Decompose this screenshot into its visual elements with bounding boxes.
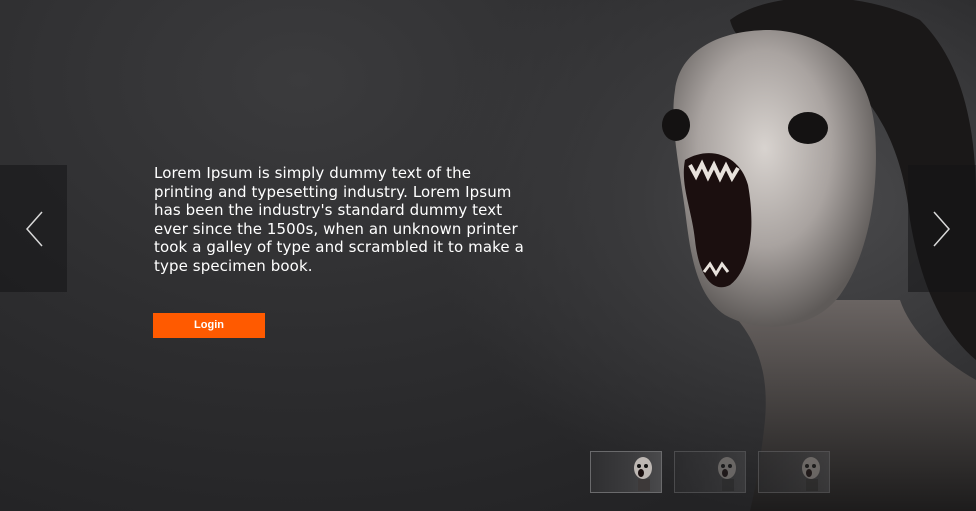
thumbnail-strip [590, 451, 830, 493]
thumbnail-artwork [634, 457, 652, 491]
thumbnail-artwork [802, 457, 820, 491]
hero-slider: Lorem Ipsum is simply dummy text of the … [0, 0, 976, 511]
next-slide-button[interactable] [908, 165, 976, 292]
hero-description: Lorem Ipsum is simply dummy text of the … [154, 164, 524, 275]
thumbnail-3[interactable] [758, 451, 830, 493]
thumbnail-2[interactable] [674, 451, 746, 493]
chevron-left-icon [25, 211, 43, 246]
prev-slide-button[interactable] [0, 165, 67, 292]
chevron-right-icon [933, 211, 951, 246]
thumbnail-1[interactable] [590, 451, 662, 493]
thumbnail-artwork [718, 457, 736, 491]
login-button[interactable]: Login [153, 313, 265, 338]
